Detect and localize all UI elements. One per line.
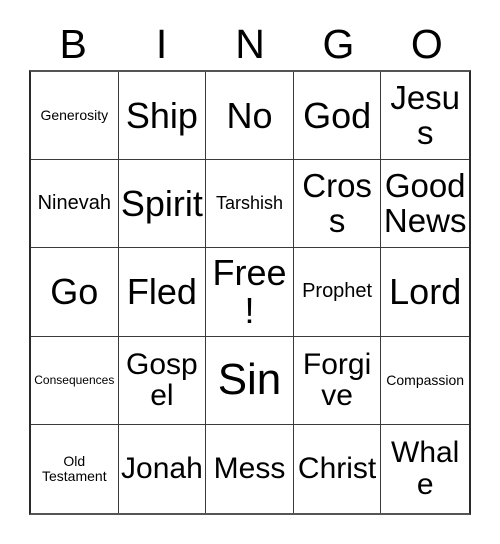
bingo-cell-r3c3[interactable]: Free! — [206, 248, 294, 337]
bingo-cell-label: Tarshish — [215, 193, 283, 214]
bingo-cell-r2c5[interactable]: Good News — [381, 160, 469, 249]
bingo-cell-label: Ninevah — [37, 192, 111, 215]
bingo-header-letter-n: N — [235, 20, 265, 67]
bingo-header-letter-g: G — [322, 20, 355, 67]
bingo-cell-label: Go — [50, 271, 99, 313]
bingo-header-row: B I N G O — [29, 18, 471, 70]
bingo-cell-label: Old Testament — [42, 453, 107, 484]
bingo-cell-r5c4[interactable]: Christ — [293, 424, 382, 513]
bingo-cell-label: Prophet — [302, 280, 373, 303]
bingo-cell-r2c4[interactable]: Cross — [293, 160, 382, 249]
bingo-cell-r1c5[interactable]: Jesus — [381, 72, 469, 161]
bingo-cell-r3c4[interactable]: Prophet — [293, 248, 382, 337]
bingo-cell-r5c3[interactable]: Mess — [206, 424, 294, 513]
bingo-cell-r2c2[interactable]: Spirit — [118, 160, 207, 249]
bingo-header-letter-b: B — [59, 20, 87, 67]
bingo-cell-label: Compassion — [386, 371, 465, 388]
bingo-cell-r4c1[interactable]: Consequences — [31, 336, 119, 425]
bingo-cell-label: Lord — [389, 271, 462, 313]
bingo-cell-label: Fled — [126, 271, 197, 313]
bingo-cell-label: Sin — [217, 355, 282, 405]
bingo-cell-r5c5[interactable]: Whale — [381, 424, 469, 513]
bingo-cell-label: Forgive — [302, 347, 372, 413]
bingo-cell-r5c2[interactable]: Jonah — [118, 424, 207, 513]
bingo-cell-r1c1[interactable]: Generosity — [31, 72, 119, 161]
bingo-cell-r3c2[interactable]: Fled — [118, 248, 207, 337]
bingo-cell-r4c4[interactable]: Forgive — [293, 336, 382, 425]
bingo-cell-label: No — [226, 94, 273, 136]
bingo-cell-r2c3[interactable]: Tarshish — [206, 160, 294, 249]
bingo-cell-label: Christ — [297, 452, 377, 486]
bingo-cell-r5c1[interactable]: Old Testament — [31, 424, 119, 513]
bingo-cell-label: Cross — [302, 167, 372, 239]
bingo-cell-label: Good News — [383, 167, 467, 239]
bingo-cell-label: Free! — [212, 252, 287, 331]
bingo-cell-r2c1[interactable]: Ninevah — [31, 160, 119, 249]
bingo-cell-label: Consequences — [34, 372, 115, 387]
bingo-cell-r3c1[interactable]: Go — [31, 248, 119, 337]
bingo-cell-label: Spirit — [120, 182, 203, 224]
bingo-cell-label: Jonah — [121, 452, 203, 486]
bingo-cell-label: Gospel — [126, 347, 198, 413]
bingo-cell-r1c2[interactable]: Ship — [118, 72, 207, 161]
bingo-card: B I N G O Generosity Ship No God Jesus Nineva… — [0, 0, 500, 544]
bingo-cell-label: Ship — [125, 94, 198, 136]
bingo-cell-r1c3[interactable]: No — [206, 72, 294, 161]
bingo-header-letter-o: O — [410, 20, 443, 67]
bingo-cell-label: Generosity — [40, 107, 109, 124]
bingo-cell-label: God — [303, 94, 372, 136]
bingo-cell-label: Mess — [213, 452, 286, 486]
bingo-cell-r4c2[interactable]: Gospel — [118, 336, 207, 425]
bingo-cell-label: Whale — [391, 436, 460, 501]
bingo-cell-r1c4[interactable]: God — [293, 72, 382, 161]
bingo-cell-r4c5[interactable]: Compassion — [381, 336, 469, 425]
bingo-cell-r3c5[interactable]: Lord — [381, 248, 469, 337]
bingo-cell-r4c3[interactable]: Sin — [206, 336, 294, 425]
bingo-header-letter-i: I — [155, 20, 168, 67]
bingo-grid: Generosity Ship No God Jesus Ninevah Spirit Tar… — [29, 70, 471, 515]
bingo-cell-label: Jesus — [390, 78, 461, 151]
